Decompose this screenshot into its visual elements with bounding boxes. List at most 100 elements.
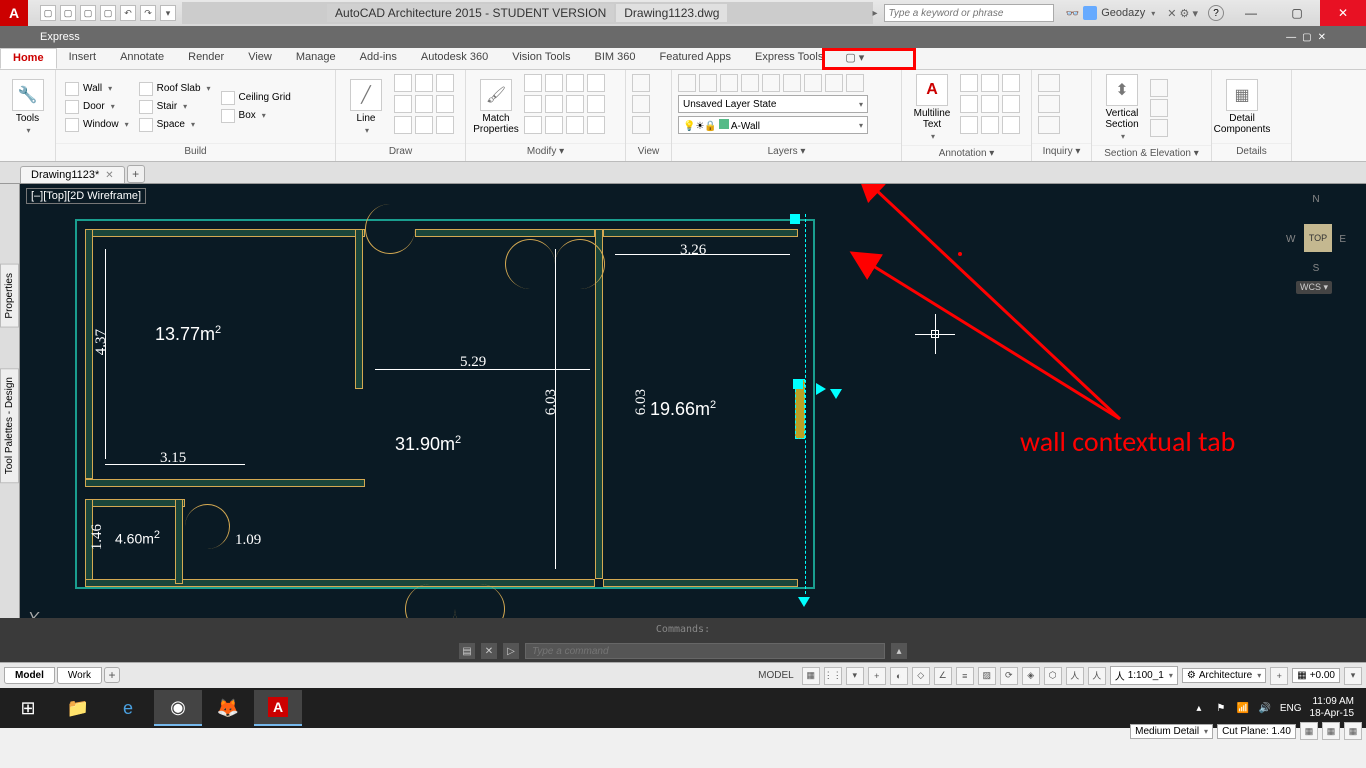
contextual-tab-slot[interactable]: ▢ ▾ — [835, 48, 874, 69]
inquiry-tool-icon[interactable] — [1038, 116, 1060, 134]
modify-tool-icon[interactable] — [524, 116, 542, 134]
doc-minimize-icon[interactable]: — — [1286, 32, 1296, 43]
tray-up-icon[interactable]: ▴ — [1192, 701, 1206, 715]
lineweight-toggle-icon[interactable]: ≡ — [956, 667, 974, 685]
modify-tool-icon[interactable] — [566, 116, 584, 134]
viewcube-wcs[interactable]: WCS ▾ — [1296, 281, 1332, 294]
cmd-expand-icon[interactable]: ▴ — [891, 643, 907, 659]
modify-tool-icon[interactable] — [587, 95, 605, 113]
model-label[interactable]: MODEL — [754, 670, 798, 681]
annot-tool-icon[interactable] — [1002, 116, 1020, 134]
tab-home[interactable]: Home — [0, 48, 57, 69]
section-tool-icon[interactable] — [1150, 119, 1168, 137]
viewcube-e[interactable]: E — [1339, 234, 1346, 245]
minimize-button[interactable]: — — [1228, 0, 1274, 26]
close-tab-icon[interactable]: ✕ — [105, 170, 113, 181]
section-tool-icon[interactable] — [1150, 79, 1168, 97]
cut-plane-field[interactable]: Cut Plane: 1.40 — [1217, 724, 1296, 739]
panel-inquiry-title[interactable]: Inquiry ▾ — [1032, 143, 1091, 161]
layer-tool-icon[interactable] — [762, 74, 780, 92]
layer-tool-icon[interactable] — [678, 74, 696, 92]
layer-tool-icon[interactable] — [825, 74, 843, 92]
tray-volume-icon[interactable]: 🔊 — [1258, 701, 1272, 715]
qat-new-icon[interactable]: ▢ — [40, 5, 56, 21]
workspace-icon[interactable]: + — [1270, 667, 1288, 685]
line-button[interactable]: ╱Line▾ — [342, 74, 390, 139]
visual-style-dropdown[interactable]: ⚙ Architecture▾ — [1182, 668, 1266, 683]
display-config-icon[interactable]: ▦ — [1300, 722, 1318, 740]
tray-flag-icon[interactable]: ⚑ — [1214, 701, 1228, 715]
3dosnap-toggle-icon[interactable]: ◈ — [1022, 667, 1040, 685]
draw-tool-icon[interactable] — [436, 116, 454, 134]
model-tab[interactable]: Model — [4, 667, 55, 684]
viewport-label[interactable]: [–][Top][2D Wireframe] — [26, 188, 146, 204]
viewcube-n[interactable]: N — [1312, 194, 1319, 205]
modify-tool-icon[interactable] — [587, 116, 605, 134]
draw-tool-icon[interactable] — [394, 74, 412, 92]
grip-arrow[interactable] — [830, 389, 842, 399]
tab-visiontools[interactable]: Vision Tools — [500, 48, 582, 69]
tab-view[interactable]: View — [236, 48, 284, 69]
tab-bim360[interactable]: BIM 360 — [583, 48, 648, 69]
help-icon[interactable]: ? — [1208, 5, 1224, 21]
snap-toggle-icon[interactable]: ⋮⋮ — [824, 667, 842, 685]
display-config-icon[interactable]: ▦ — [1344, 722, 1362, 740]
work-tab[interactable]: Work — [57, 667, 102, 684]
view-tool-icon[interactable] — [632, 95, 650, 113]
start-button[interactable]: ⊞ — [4, 690, 52, 726]
cmd-menu-icon[interactable]: ▤ — [459, 643, 475, 659]
inquiry-tool-icon[interactable] — [1038, 74, 1060, 92]
grip-arrow[interactable] — [816, 383, 826, 395]
app-menu-icon[interactable]: A — [0, 0, 28, 26]
view-tool-icon[interactable] — [632, 116, 650, 134]
qat-open-icon[interactable]: ▢ — [60, 5, 76, 21]
task-firefox-icon[interactable]: 🦊 — [204, 690, 252, 726]
display-config-icon[interactable]: ▦ — [1322, 722, 1340, 740]
panel-section-title[interactable]: Section & Elevation ▾ — [1092, 145, 1211, 161]
doc-restore-icon[interactable]: ▢ — [1302, 32, 1311, 43]
layer-state-dropdown[interactable]: Unsaved Layer State▾ — [678, 95, 868, 113]
task-ie-icon[interactable]: e — [104, 690, 152, 726]
tab-insert[interactable]: Insert — [57, 48, 109, 69]
tab-annotate[interactable]: Annotate — [108, 48, 176, 69]
vsection-button[interactable]: ⬍Vertical Section▾ — [1098, 74, 1146, 141]
polar-toggle-icon[interactable]: ◐ — [890, 667, 908, 685]
tab-addins[interactable]: Add-ins — [348, 48, 409, 69]
qat-undo-icon[interactable]: ↶ — [120, 5, 136, 21]
door-button[interactable]: Door▾ — [62, 99, 132, 115]
osnap-toggle-icon[interactable]: ◇ — [912, 667, 930, 685]
grip-arrow[interactable] — [798, 597, 810, 607]
annot-tool-icon[interactable] — [1002, 74, 1020, 92]
transparency-toggle-icon[interactable]: ▨ — [978, 667, 996, 685]
modify-tool-icon[interactable] — [524, 95, 542, 113]
status-toggle-icon[interactable]: ▾ — [846, 667, 864, 685]
detail-level-dropdown[interactable]: Medium Detail▾ — [1130, 724, 1213, 739]
view-tool-icon[interactable] — [632, 74, 650, 92]
scale-dropdown[interactable]: 人 1:100_1▾ — [1110, 666, 1178, 685]
annot-tool-icon[interactable] — [981, 116, 999, 134]
draw-tool-icon[interactable] — [394, 116, 412, 134]
annot-tool-icon[interactable] — [960, 116, 978, 134]
express-label[interactable]: Express — [40, 31, 80, 43]
cmd-prompt-icon[interactable]: ▷ — [503, 643, 519, 659]
modify-tool-icon[interactable] — [545, 116, 563, 134]
section-tool-icon[interactable] — [1150, 99, 1168, 117]
task-explorer-icon[interactable]: 📁 — [54, 690, 102, 726]
grid-toggle-icon[interactable]: ▦ — [802, 667, 820, 685]
match-properties-button[interactable]: 🖌Match Properties — [472, 74, 520, 139]
elevation-field[interactable]: ▦ +0.00 — [1292, 668, 1340, 683]
draw-tool-icon[interactable] — [436, 95, 454, 113]
draw-tool-icon[interactable] — [415, 95, 433, 113]
annotation-scale-icon[interactable]: 人 — [1066, 667, 1084, 685]
viewcube-top[interactable]: TOP — [1304, 224, 1332, 252]
modify-tool-icon[interactable] — [587, 74, 605, 92]
qat-redo-icon[interactable]: ↷ — [140, 5, 156, 21]
help-search-input[interactable] — [884, 4, 1054, 22]
window-button[interactable]: Window▾ — [62, 117, 132, 133]
viewcube[interactable]: N S E W TOP WCS ▾ — [1276, 194, 1356, 294]
properties-palette-tab[interactable]: Properties — [0, 264, 19, 328]
annotation-visibility-icon[interactable]: 人 — [1088, 667, 1106, 685]
draw-tool-icon[interactable] — [415, 116, 433, 134]
otrack-toggle-icon[interactable]: ∠ — [934, 667, 952, 685]
layer-tool-icon[interactable] — [804, 74, 822, 92]
